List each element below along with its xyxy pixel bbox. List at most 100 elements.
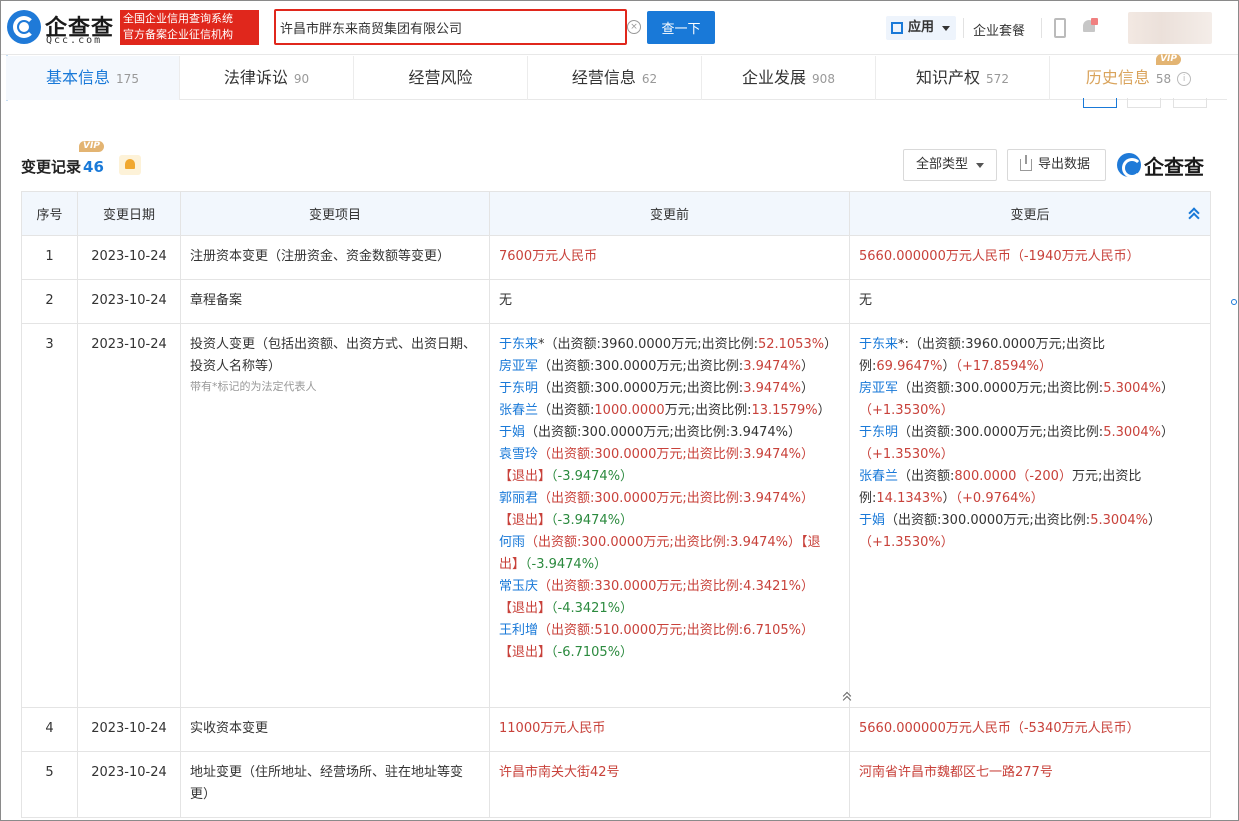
investor-link[interactable]: 于东来 bbox=[499, 337, 538, 352]
tab-ip[interactable]: 知识产权 572 bbox=[876, 56, 1050, 100]
investor-ratio: 5.3004% bbox=[1103, 381, 1162, 396]
bell-icon[interactable] bbox=[119, 155, 141, 175]
investor-entry: 于东来*:（出资额:3960.0000万元;出资比例:69.9647%）（+17… bbox=[859, 334, 1201, 378]
investor-ratio: 5.3004% bbox=[1090, 513, 1149, 528]
export-data-button[interactable]: 导出数据 bbox=[1007, 149, 1106, 181]
col-header-before: 变更前 bbox=[489, 191, 850, 236]
vip-badge: VIP bbox=[1156, 54, 1181, 65]
ratio-change: （+1.3530%） bbox=[859, 447, 954, 462]
investor-entry: 张春兰（出资额:1000.0000万元;出资比例:13.1579%） bbox=[499, 400, 840, 422]
cell-no: 2 bbox=[21, 279, 78, 324]
apps-menu-button[interactable]: 应用 bbox=[886, 16, 956, 40]
investor-detail: （出资额:300.0000万元;出资比例: bbox=[538, 359, 744, 374]
cell-after: 于东来*:（出资额:3960.0000万元;出资比例:69.9647%）（+17… bbox=[849, 323, 1211, 708]
type-filter-dropdown[interactable]: 全部类型 bbox=[903, 149, 997, 181]
subnav-ghost bbox=[1127, 98, 1161, 108]
investor-entry: 于东明（出资额:300.0000万元;出资比例:3.9474%） bbox=[499, 378, 840, 400]
investor-link[interactable]: 张春兰 bbox=[859, 469, 898, 484]
chevron-down-icon bbox=[976, 163, 984, 168]
qcc-logo[interactable]: 企查查 Qcc.com bbox=[7, 10, 117, 46]
divider bbox=[1041, 18, 1042, 38]
investor-ratio: 3.9474% bbox=[743, 359, 802, 374]
investor-ratio: 69.9647% bbox=[876, 359, 943, 374]
investor-detail-end: ） bbox=[1161, 381, 1175, 396]
investor-link[interactable]: 于东明 bbox=[499, 381, 538, 396]
investor-ratio: 3.9474% bbox=[743, 381, 802, 396]
search-input[interactable] bbox=[280, 14, 620, 40]
investor-link[interactable]: 张春兰 bbox=[499, 403, 538, 418]
collapse-up-icon[interactable] bbox=[1188, 207, 1200, 219]
tab-basic-info[interactable]: 基本信息 175 bbox=[6, 56, 180, 100]
tab-history[interactable]: VIP 历史信息 58 i bbox=[1050, 54, 1227, 100]
apps-grid-icon bbox=[891, 22, 903, 34]
cell-before: 许昌市南关大街42号 bbox=[489, 751, 850, 818]
investor-link[interactable]: 王利增 bbox=[499, 623, 538, 638]
tab-business-info[interactable]: 经营信息 62 bbox=[528, 56, 702, 100]
investor-entry: 于娟（出资额:300.0000万元;出资比例:3.9474%） bbox=[499, 422, 840, 444]
clear-icon[interactable]: × bbox=[627, 20, 641, 34]
cell-before: 7600万元人民币 bbox=[489, 235, 850, 280]
investor-link[interactable]: 于娟 bbox=[499, 425, 525, 440]
info-icon[interactable]: i bbox=[1177, 71, 1192, 86]
ratio-change: （+1.3530%） bbox=[859, 403, 954, 418]
investor-detail-end: ） bbox=[817, 403, 831, 418]
exit-tag: 【退出】 bbox=[499, 513, 552, 528]
cell-date: 2023-10-24 bbox=[77, 751, 181, 818]
investor-detail-end: ） bbox=[1161, 425, 1175, 440]
investor-entry: 房亚军（出资额:300.0000万元;出资比例:3.9474%） bbox=[499, 356, 840, 378]
cell-date: 2023-10-24 bbox=[77, 279, 181, 324]
download-icon bbox=[1020, 155, 1032, 171]
cell-before: 无 bbox=[489, 279, 850, 324]
collapse-row-icon[interactable] bbox=[841, 692, 855, 704]
packages-link[interactable]: 企业套餐 bbox=[973, 20, 1025, 39]
cell-before: 11000万元人民币 bbox=[489, 707, 850, 752]
investor-entry: 何雨（出资额:300.0000万元;出资比例:3.9474%）【退出】（-3.9… bbox=[499, 532, 840, 576]
tab-development[interactable]: 企业发展 908 bbox=[702, 56, 876, 100]
section-count: 46 bbox=[83, 158, 104, 176]
cell-date: 2023-10-24 bbox=[77, 707, 181, 752]
cell-no: 5 bbox=[21, 751, 78, 818]
investor-link[interactable]: 于东明 bbox=[859, 425, 898, 440]
investor-link[interactable]: 郭丽君 bbox=[499, 491, 538, 506]
investor-detail: （出资额:300.0000万元;出资比例:3.9474%） bbox=[525, 535, 802, 550]
legal-rep-note: 带有*标记的为法定代表人 bbox=[190, 380, 317, 393]
user-avatar[interactable] bbox=[1128, 12, 1212, 44]
investor-link[interactable]: 袁雪玲 bbox=[499, 447, 538, 462]
investor-detail: （出资额:300.0000万元;出资比例:3.9474%） bbox=[538, 491, 815, 506]
phone-icon[interactable] bbox=[1054, 18, 1066, 38]
table-header-row: 序号 变更日期 变更项目 变更前 变更后 bbox=[21, 191, 1211, 236]
investor-link[interactable]: 于东来 bbox=[859, 337, 898, 352]
section-title-text: 变更记录 bbox=[21, 158, 82, 176]
investor-detail: 万元;出资比例: bbox=[664, 403, 752, 418]
change-records-table: 序号 变更日期 变更项目 变更前 变更后 1 2023-10-24 注册资本变更… bbox=[21, 191, 1211, 818]
logo-domain: Qcc.com bbox=[46, 35, 103, 46]
investor-detail-end: ） bbox=[942, 359, 956, 374]
investor-entry: 房亚军（出资额:300.0000万元;出资比例:5.3004%） （+1.3530… bbox=[859, 378, 1201, 422]
tab-label: 基本信息 bbox=[46, 68, 111, 87]
section-title: 变更记录 46 bbox=[21, 156, 104, 177]
divider bbox=[963, 18, 964, 38]
ratio-change: （+0.9764%） bbox=[955, 491, 1044, 506]
cell-item: 章程备案 bbox=[180, 279, 490, 324]
investor-link[interactable]: 房亚军 bbox=[859, 381, 898, 396]
badge-line-1: 全国企业信用查询系统 bbox=[123, 12, 233, 25]
investor-link[interactable]: 何雨 bbox=[499, 535, 525, 550]
investor-link[interactable]: 于娟 bbox=[859, 513, 885, 528]
tab-label: 经营信息 bbox=[571, 68, 636, 87]
notification-icon[interactable] bbox=[1081, 18, 1098, 36]
top-header: 企查查 Qcc.com 全国企业信用查询系统 官方备案企业征信机构 × 查一下 … bbox=[1, 1, 1238, 55]
investor-entry: 于娟（出资额:300.0000万元;出资比例:5.3004%） （+1.3530%… bbox=[859, 510, 1201, 554]
investor-entry: 王利增（出资额:510.0000万元;出资比例:6.7105%） 【退出】（-6.… bbox=[499, 620, 840, 664]
investor-detail: （出资额:330.0000万元;出资比例:4.3421%） bbox=[538, 579, 815, 594]
investor-detail: （出资额:300.0000万元;出资比例:3.9474%） bbox=[525, 425, 802, 440]
search-button[interactable]: 查一下 bbox=[647, 11, 715, 44]
ratio-change: （-3.9474%） bbox=[551, 513, 634, 528]
item-text: 投资人变更（包括出资额、出资方式、出资日期、投资人名称等） bbox=[190, 337, 477, 374]
tab-legal[interactable]: 法律诉讼 90 bbox=[180, 56, 354, 100]
investor-link[interactable]: 常玉庆 bbox=[499, 579, 538, 594]
tab-operating-risk[interactable]: 经营风险 bbox=[354, 56, 528, 100]
investor-detail-end: ） bbox=[824, 337, 838, 352]
side-float-icon[interactable] bbox=[1231, 299, 1237, 305]
col-header-item: 变更项目 bbox=[180, 191, 490, 236]
investor-link[interactable]: 房亚军 bbox=[499, 359, 538, 374]
